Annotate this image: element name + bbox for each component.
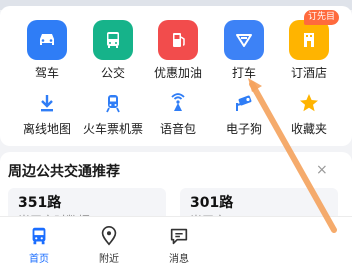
nav-label: 附近 bbox=[99, 254, 119, 265]
grid-item-fuel[interactable]: 优惠加油 bbox=[143, 20, 213, 81]
transit-title: 周边公共交通推荐 bbox=[8, 164, 120, 180]
nav-label: 消息 bbox=[169, 254, 189, 265]
bus-icon bbox=[93, 20, 133, 60]
grid-item-speed-camera[interactable]: 电子狗 bbox=[209, 90, 279, 137]
download-icon bbox=[34, 90, 60, 116]
shortcut-grid-card: 驾车 公交 优惠加油 打车 订酒店 离线地图 火车票机票 语音包 电子狗 收藏夹 bbox=[0, 6, 352, 146]
car-icon bbox=[27, 20, 67, 60]
grid-label: 语音包 bbox=[159, 122, 196, 136]
train-icon bbox=[100, 90, 126, 116]
grid-item-drive[interactable]: 驾车 bbox=[12, 20, 82, 81]
nav-item-messages[interactable]: 消息 bbox=[154, 225, 204, 265]
route-name: 301路 bbox=[190, 195, 234, 211]
hotel-icon bbox=[289, 20, 329, 60]
location-pin-icon bbox=[101, 226, 117, 246]
message-icon bbox=[170, 228, 188, 245]
grid-label: 公交 bbox=[100, 66, 125, 80]
nav-item-home[interactable]: 首页 bbox=[14, 225, 64, 265]
grid-item-offline-map[interactable]: 离线地图 bbox=[12, 90, 82, 137]
nav-item-nearby[interactable]: 附近 bbox=[84, 225, 134, 265]
speed-camera-icon bbox=[231, 90, 257, 116]
star-icon bbox=[296, 90, 322, 116]
grid-label: 驾车 bbox=[34, 66, 59, 80]
grid-label: 火车票机票 bbox=[82, 122, 143, 136]
taxi-icon bbox=[224, 20, 264, 60]
nav-label: 首页 bbox=[29, 254, 49, 265]
grid-label: 收藏夹 bbox=[290, 122, 327, 136]
grid-label: 离线地图 bbox=[22, 122, 71, 136]
close-icon[interactable]: × bbox=[316, 162, 328, 178]
home-bus-icon bbox=[32, 227, 46, 245]
grid-label: 电子狗 bbox=[225, 122, 262, 136]
grid-item-voice-pack[interactable]: 语音包 bbox=[143, 90, 213, 137]
hotel-promo-badge: 订先目 bbox=[304, 10, 340, 25]
grid-label: 优惠加油 bbox=[153, 66, 202, 80]
grid-item-bus[interactable]: 公交 bbox=[78, 20, 148, 81]
grid-item-taxi[interactable]: 打车 bbox=[209, 20, 279, 81]
grid-item-train-tickets[interactable]: 火车票机票 bbox=[78, 90, 148, 137]
voice-broadcast-icon bbox=[165, 90, 191, 116]
grid-item-hotel[interactable]: 订酒店 bbox=[274, 20, 344, 81]
bottom-nav: 首页 附近 消息 bbox=[0, 216, 352, 267]
grid-label: 打车 bbox=[231, 66, 256, 80]
grid-item-favorites[interactable]: 收藏夹 bbox=[274, 90, 344, 137]
grid-label: 订酒店 bbox=[290, 66, 327, 80]
fuel-pump-icon bbox=[158, 20, 198, 60]
route-name: 351路 bbox=[18, 195, 62, 211]
